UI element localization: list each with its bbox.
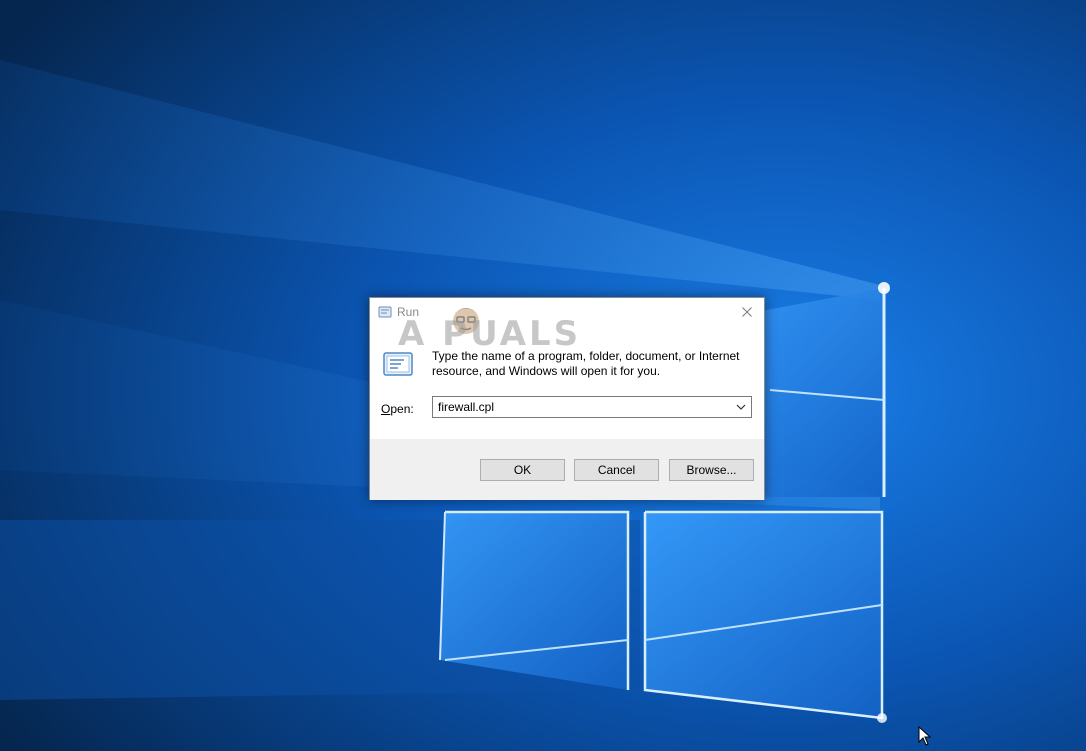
run-dialog: Run A PUALS Type the name of a program, …: [369, 297, 765, 500]
watermark-text: A PUALS: [398, 314, 582, 354]
mouse-cursor-icon: [918, 726, 932, 746]
dialog-title: Run: [397, 305, 420, 319]
open-combobox[interactable]: [432, 396, 752, 418]
open-label-accelerator: O: [381, 402, 391, 416]
close-icon: [742, 307, 752, 317]
mascot-logo: [453, 308, 479, 334]
chevron-down-icon: [736, 404, 746, 410]
ok-button[interactable]: OK: [480, 459, 565, 481]
button-bar: OK Cancel Browse...: [370, 439, 764, 500]
dialog-description: Type the name of a program, folder, docu…: [432, 349, 740, 378]
open-label-text: pen:: [390, 402, 414, 416]
watermark: A PUALS: [398, 301, 608, 354]
close-button[interactable]: [730, 298, 764, 326]
open-label: Open:: [381, 402, 414, 416]
browse-button[interactable]: Browse...: [669, 459, 754, 481]
title-bar[interactable]: Run A PUALS: [370, 298, 764, 354]
cancel-button[interactable]: Cancel: [574, 459, 659, 481]
run-icon: [383, 352, 413, 376]
open-input[interactable]: [433, 397, 734, 417]
dropdown-button[interactable]: [731, 397, 751, 417]
run-icon: [378, 306, 392, 318]
